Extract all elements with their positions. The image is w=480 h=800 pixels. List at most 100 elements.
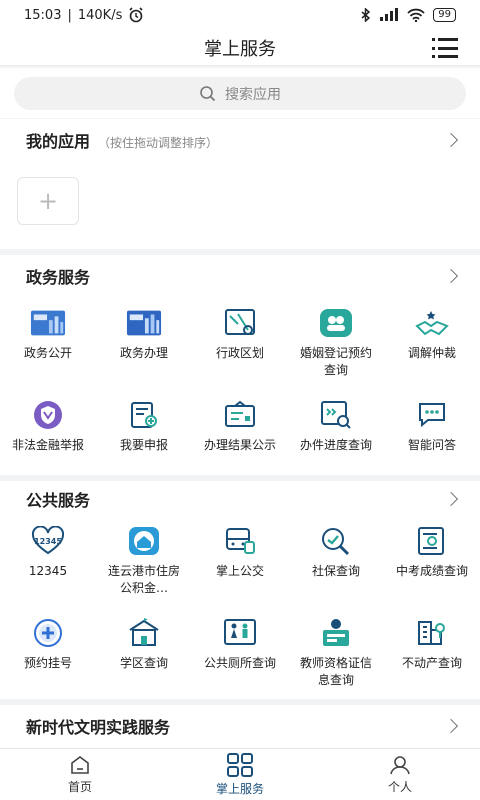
search-icon bbox=[200, 85, 216, 101]
service-item-mediation[interactable]: 调解仲裁 bbox=[384, 293, 480, 385]
service-label: 行政区划 bbox=[215, 346, 264, 360]
marriage-icon bbox=[318, 307, 354, 339]
battery-indicator: 99 bbox=[433, 8, 456, 22]
service-item-housing-fund[interactable]: 连云港市住房公积金… bbox=[96, 511, 192, 603]
service-label: 办理结果公示 bbox=[203, 438, 276, 452]
service-label: 智能问答 bbox=[407, 438, 456, 452]
service-label: 办件进度查询 bbox=[299, 438, 372, 452]
chevron-right-icon bbox=[443, 718, 459, 734]
real-estate-icon bbox=[414, 617, 450, 649]
toilet-icon bbox=[222, 617, 258, 649]
status-speed: 140K/s bbox=[77, 7, 123, 23]
service-item-appointment[interactable]: 预约挂号 bbox=[0, 603, 96, 695]
alarm-icon bbox=[129, 7, 143, 23]
civil-services-header[interactable]: 新时代文明实践服务 bbox=[0, 705, 480, 747]
my-apps-subtitle: （按住拖动调整排序） bbox=[98, 136, 219, 150]
search-input[interactable]: 搜索应用 bbox=[14, 77, 466, 110]
progress-search-icon bbox=[318, 399, 354, 431]
service-item-teacher-cert[interactable]: 教师资格证信息查询 bbox=[288, 603, 384, 695]
service-item-declare[interactable]: 我要申报 bbox=[96, 385, 192, 477]
wifi-icon bbox=[407, 8, 425, 22]
service-label: 社保查询 bbox=[311, 564, 360, 578]
civil-services-section: 新时代文明实践服务 bbox=[0, 705, 480, 748]
menu-icon[interactable] bbox=[432, 38, 458, 58]
declare-icon bbox=[126, 399, 162, 431]
chevron-right-icon bbox=[443, 268, 459, 284]
teacher-cert-icon bbox=[318, 617, 354, 649]
service-item-result-public[interactable]: 办理结果公示 bbox=[192, 385, 288, 477]
civil-services-title: 新时代文明实践服务 bbox=[26, 718, 171, 737]
service-label: 12345 bbox=[28, 564, 68, 578]
gov-services-title: 政务服务 bbox=[26, 268, 91, 287]
service-item-gov-affairs[interactable]: 政务办理 bbox=[96, 293, 192, 385]
grid-icon bbox=[227, 752, 253, 777]
shield-report-icon bbox=[30, 399, 66, 431]
exam-score-icon bbox=[414, 525, 450, 557]
gov-services-header[interactable]: 政务服务 bbox=[0, 255, 480, 297]
hospital-icon bbox=[30, 617, 66, 649]
housing-fund-icon bbox=[126, 525, 162, 557]
service-item-admin-division[interactable]: 行政区划 bbox=[192, 293, 288, 385]
service-label: 不动产查询 bbox=[401, 656, 462, 670]
tab-label: 个人 bbox=[387, 779, 412, 794]
service-label: 政务办理 bbox=[119, 346, 168, 360]
tab-services[interactable]: 掌上服务 bbox=[160, 749, 320, 800]
service-item-social-security[interactable]: 社保查询 bbox=[288, 511, 384, 603]
tab-home[interactable]: 首页 bbox=[0, 749, 160, 800]
gov-public-icon bbox=[30, 307, 66, 339]
service-label: 我要申报 bbox=[119, 438, 168, 452]
service-label: 中考成绩查询 bbox=[395, 564, 468, 578]
service-item-12345[interactable]: 12345 12345 bbox=[0, 511, 96, 603]
service-item-public-toilet[interactable]: 公共厕所查询 bbox=[192, 603, 288, 695]
service-item-marriage[interactable]: 婚姻登记预约查询 bbox=[288, 293, 384, 385]
search-placeholder: 搜索应用 bbox=[225, 86, 281, 103]
service-item-progress[interactable]: 办件进度查询 bbox=[288, 385, 384, 477]
bluetooth-icon bbox=[361, 8, 371, 22]
school-icon bbox=[126, 617, 162, 649]
bus-icon bbox=[222, 525, 258, 557]
service-label: 掌上公交 bbox=[215, 564, 264, 578]
person-icon bbox=[390, 755, 410, 774]
gov-services-section: 政务服务 政务公开 政务办理 行政区划 婚姻登记预约查询 调解仲裁 非法金融举报 bbox=[0, 255, 480, 475]
service-item-school-district[interactable]: 学区查询 bbox=[96, 603, 192, 695]
add-app-button[interactable]: + bbox=[17, 177, 79, 225]
chevron-right-icon bbox=[443, 132, 459, 148]
tab-label: 掌上服务 bbox=[215, 781, 264, 796]
service-label: 学区查询 bbox=[119, 656, 168, 670]
service-item-illegal-finance[interactable]: 非法金融举报 bbox=[0, 385, 96, 477]
service-label: 非法金融举报 bbox=[11, 438, 84, 452]
tab-label: 首页 bbox=[67, 779, 92, 794]
status-bar: 15:03 | 140K/s 99 bbox=[0, 0, 480, 30]
service-item-bus[interactable]: 掌上公交 bbox=[192, 511, 288, 603]
service-label: 公共厕所查询 bbox=[203, 656, 276, 670]
status-right: 99 bbox=[361, 8, 456, 22]
service-label: 连云港市住房公积金… bbox=[107, 564, 180, 595]
gov-affairs-icon bbox=[126, 307, 162, 339]
social-security-icon bbox=[318, 525, 354, 557]
service-label: 政务公开 bbox=[23, 346, 72, 360]
chat-icon bbox=[414, 399, 450, 431]
search-bar-container: 搜索应用 bbox=[0, 68, 480, 118]
my-apps-section: 我的应用 （按住拖动调整排序） + bbox=[0, 119, 480, 249]
home-icon bbox=[71, 755, 89, 774]
chevron-right-icon bbox=[443, 491, 459, 507]
service-item-gov-public[interactable]: 政务公开 bbox=[0, 293, 96, 385]
service-item-smart-qa[interactable]: 智能问答 bbox=[384, 385, 480, 477]
public-services-title: 公共服务 bbox=[26, 491, 91, 510]
status-time: 15:03 bbox=[24, 7, 62, 23]
bottom-tab-bar: 首页 掌上服务 个人 bbox=[0, 748, 480, 800]
my-apps-header[interactable]: 我的应用 （按住拖动调整排序） bbox=[0, 119, 480, 161]
result-board-icon bbox=[222, 399, 258, 431]
gov-services-grid: 政务公开 政务办理 行政区划 婚姻登记预约查询 调解仲裁 非法金融举报 我要申报 bbox=[0, 293, 480, 477]
status-divider: | bbox=[67, 7, 72, 23]
service-label: 婚姻登记预约查询 bbox=[299, 346, 372, 377]
page-title: 掌上服务 bbox=[204, 38, 276, 60]
map-division-icon bbox=[222, 307, 258, 339]
public-services-section: 公共服务 12345 12345 连云港市住房公积金… 掌上公交 社保查询 中考… bbox=[0, 481, 480, 699]
service-item-real-estate[interactable]: 不动产查询 bbox=[384, 603, 480, 695]
service-item-exam-score[interactable]: 中考成绩查询 bbox=[384, 511, 480, 603]
svg-text:12345: 12345 bbox=[34, 537, 62, 546]
tab-profile[interactable]: 个人 bbox=[320, 749, 480, 800]
app-header: 掌上服务 bbox=[0, 30, 480, 66]
service-label: 教师资格证信息查询 bbox=[299, 656, 372, 687]
